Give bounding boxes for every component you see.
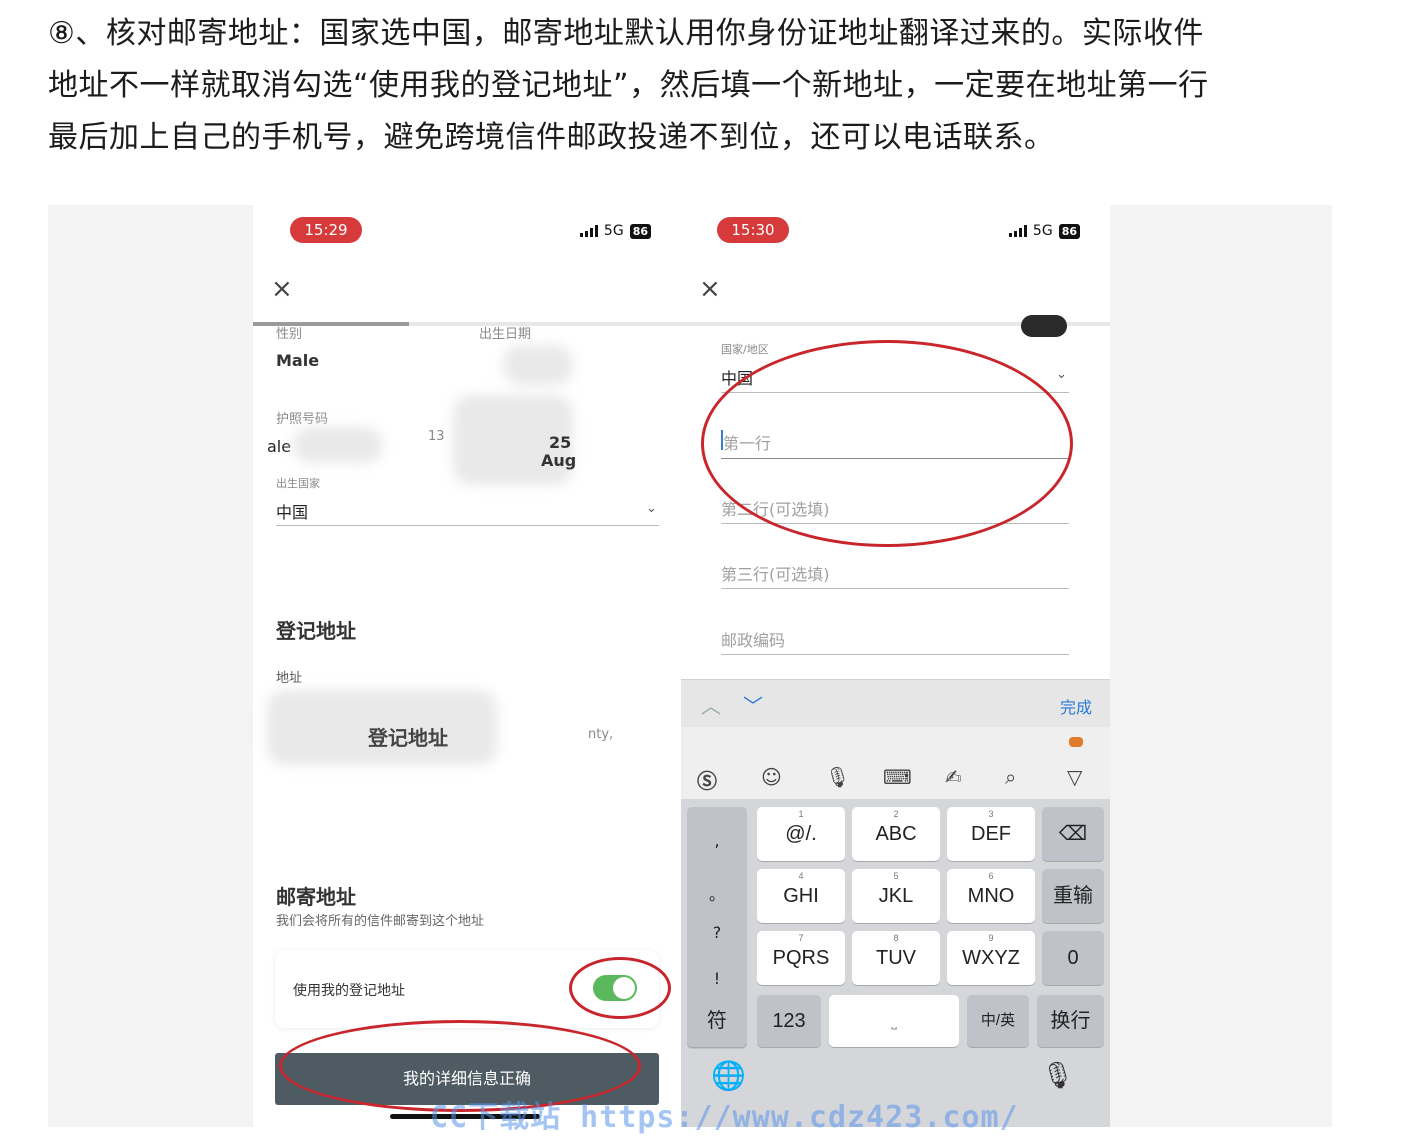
key-2[interactable]: 2 ABC <box>852 807 940 861</box>
language-switch-key[interactable]: 中/英 <box>967 995 1029 1047</box>
keyboard-toolbar: ︿ ﹀ 完成 <box>681 679 1110 727</box>
use-registered-address-label: 使用我的登记地址 <box>293 983 405 999</box>
gender-label: 性别 <box>276 327 303 342</box>
registered-address-title: 登记地址 <box>276 619 356 643</box>
mailing-address-title: 邮寄地址 <box>276 885 356 909</box>
field-underline <box>721 654 1069 655</box>
key-6[interactable]: 6 MNO <box>947 869 1035 923</box>
time-pill: 15:29 <box>290 217 362 243</box>
gender-value: Male <box>276 351 320 370</box>
punct-key[interactable]: , <box>687 831 747 850</box>
birth-country-value[interactable]: 中国 <box>276 499 308 523</box>
status-bar: 15:29 5G 86 <box>253 205 681 265</box>
key-1[interactable]: 1 @/. <box>757 807 845 861</box>
keyboard-icon[interactable]: ⌨ <box>883 765 912 789</box>
partial-number: 13 <box>428 429 445 444</box>
search-icon[interactable]: ⌕ <box>1005 765 1016 789</box>
key-4[interactable]: 4 GHI <box>757 869 845 923</box>
close-icon[interactable]: × <box>699 275 721 303</box>
birth-date-label: 出生日期 <box>479 327 532 342</box>
phone-screen-left: 15:29 5G 86 × 性别 Male 出生日期 护照号码 ale 13 2… <box>253 205 681 1127</box>
globe-icon[interactable]: 🌐 <box>711 1059 746 1092</box>
address-overlay-text: 登记地址 <box>368 726 448 750</box>
passport-label: 护照号码 <box>276 412 329 427</box>
chevron-up-icon[interactable]: ︿ <box>701 690 721 719</box>
battery-icon: 86 <box>1058 223 1080 239</box>
country-label: 国家/地区 <box>721 343 769 356</box>
keyboard: , 。 ? ! 1 @/. 2 ABC 3 DEF ⌫ 4 GHI 5 JKL 6 MNO … <box>681 799 1110 1127</box>
status-bar: 15:30 5G 86 <box>681 205 1110 265</box>
done-button[interactable]: 完成 <box>1060 694 1092 718</box>
redacted-blur <box>293 427 383 463</box>
sogou-logo-icon[interactable]: Ⓢ <box>697 765 717 794</box>
chevron-down-icon[interactable]: ⌄ <box>646 501 657 516</box>
signal-icon <box>579 225 598 237</box>
highlight-ellipse-line1 <box>701 340 1073 547</box>
field-underline <box>721 588 1069 589</box>
network-label: 5G <box>603 223 624 239</box>
postcode-input[interactable]: 邮政编码 <box>721 627 785 651</box>
key-7[interactable]: 7 PQRS <box>757 931 845 985</box>
status-icons: 5G 86 <box>579 223 651 239</box>
phone-screen-right: 15:30 5G 86 × 国家/地区 中国 ⌄ 第一行 第二行(可选填) 第三… <box>681 205 1110 1127</box>
retype-key[interactable]: 重输 <box>1042 869 1104 923</box>
chevron-down-icon[interactable]: ⌄ <box>1056 367 1067 382</box>
partial-toggle[interactable] <box>1021 315 1067 337</box>
backspace-key[interactable]: ⌫ <box>1042 807 1104 861</box>
key-3[interactable]: 3 DEF <box>947 807 1035 861</box>
passport-fragment: ale <box>267 437 292 456</box>
article-line-3: 最后加上自己的手机号，避免跨境信件邮政投递不到位，还可以电话联系。 <box>48 120 1055 155</box>
close-icon[interactable]: × <box>271 275 293 303</box>
key-9[interactable]: 9 WXYZ <box>947 931 1035 985</box>
collapse-icon[interactable]: ▽ <box>1067 765 1082 789</box>
article-line-2: 地址不一样就取消勾选“使用我的登记地址”，然后填一个新地址，一定要在地址第一行 <box>48 68 1209 103</box>
punct-key[interactable]: 。 <box>687 881 747 905</box>
key-8[interactable]: 8 TUV <box>852 931 940 985</box>
battery-icon: 86 <box>629 223 651 239</box>
key-0[interactable]: 0 <box>1042 931 1104 985</box>
watermark: CC下载站 https://www.cdz423.com/ <box>430 1100 1019 1135</box>
field-underline <box>276 525 659 526</box>
status-icons: 5G 86 <box>1008 223 1080 239</box>
address-line3-input[interactable]: 第三行(可选填) <box>721 561 830 585</box>
time-pill: 15:30 <box>717 217 789 243</box>
mailing-address-subtitle: 我们会将所有的信件邮寄到这个地址 <box>276 914 485 929</box>
partial-day: 25 <box>549 433 572 452</box>
mascot-icon <box>1069 737 1083 747</box>
signal-icon <box>1008 225 1027 237</box>
partial-month: Aug <box>541 451 577 470</box>
chevron-down-icon[interactable]: ﹀ <box>743 690 763 719</box>
punct-key[interactable]: ? <box>687 923 747 942</box>
redacted-blur <box>503 345 573 385</box>
address-label: 地址 <box>276 671 303 686</box>
article-paragraph: ⑧、核对邮寄地址：国家选中国，邮寄地址默认用你身份证地址翻译过来的。实际收件 地… <box>48 8 1348 164</box>
key-5[interactable]: 5 JKL <box>852 869 940 923</box>
article-line-1: ⑧、核对邮寄地址：国家选中国，邮寄地址默认用你身份证地址翻译过来的。实际收件 <box>48 16 1204 51</box>
symbol-key[interactable]: 符 <box>687 995 747 1047</box>
emoji-icon[interactable]: ☺ <box>761 765 782 789</box>
space-key[interactable]: ⎵ <box>829 995 959 1047</box>
keyboard-tool-row: Ⓢ ☺ 🎙 ⌨ ✍ ⌕ ▽ <box>681 727 1110 799</box>
birth-country-label: 出生国家 <box>276 477 320 490</box>
address-fragment: nty, <box>588 727 614 742</box>
network-label: 5G <box>1032 223 1053 239</box>
punct-key[interactable]: ! <box>687 969 747 988</box>
microphone-icon[interactable]: 🎙 <box>825 765 850 789</box>
handwriting-icon[interactable]: ✍ <box>945 765 962 789</box>
highlight-ellipse-toggle <box>569 957 671 1019</box>
enter-key[interactable]: 换行 <box>1037 995 1104 1047</box>
dictation-microphone-icon[interactable]: 🎙 <box>1041 1061 1074 1091</box>
numeric-key[interactable]: 123 <box>757 995 821 1047</box>
